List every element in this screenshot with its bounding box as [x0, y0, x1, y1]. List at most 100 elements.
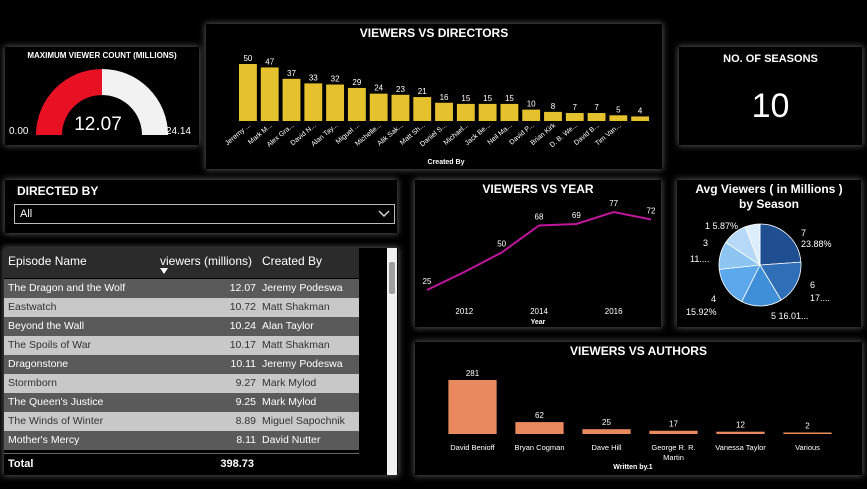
directors-bar[interactable] [282, 78, 301, 121]
directors-bar[interactable] [522, 109, 541, 121]
column-header-created-by[interactable]: Created By [262, 254, 322, 268]
directors-bar-value: 32 [331, 75, 340, 84]
directors-bar-chart: Created By 50Jeremy ...47Mark M...37Alex… [224, 54, 650, 166]
viewers-cell: 8.11 [236, 434, 256, 446]
pie-label-4: 4 [711, 294, 716, 304]
episode-name-cell: Beyond the Wall [8, 320, 85, 332]
table-row[interactable]: The Dragon and the Wolf 12.07 Jeremy Podes… [4, 279, 359, 298]
directors-bar[interactable] [587, 113, 606, 121]
seasons-value: 10 [751, 87, 790, 125]
table-body: The Dragon and the Wolf 12.07 Jeremy Podes… [4, 279, 359, 450]
episode-name-cell: The Queen's Justice [8, 396, 104, 408]
viewers-cell: 9.25 [235, 396, 256, 408]
authors-bar-value: 17 [669, 420, 678, 429]
created-by-cell: Matt Shakman [262, 339, 330, 351]
pie-label-6: 6 [810, 280, 815, 290]
directors-bar-value: 7 [594, 103, 599, 112]
gauge-card: MAXIMUM VIEWER COUNT (MILLIONS) 12.07 0.… [5, 47, 199, 145]
directors-bar-value: 15 [461, 94, 470, 103]
directors-bar[interactable] [326, 84, 345, 121]
created-by-cell: Jeremy Podeswa [262, 358, 343, 370]
authors-bar[interactable] [515, 422, 564, 434]
gauge-chart: 12.07 0.00 24.14 [9, 69, 191, 137]
episodes-table: Episode Name viewers (millions) Created … [4, 248, 398, 475]
scrollbar-thumb[interactable] [389, 262, 395, 294]
season-pie-chart: 7 23.88% 6 17.... 5 16.01... 4 15.92% 3 … [686, 221, 832, 321]
viewers-cell: 10.72 [229, 301, 256, 313]
authors-x-axis-label: Written by.1 [613, 464, 653, 471]
directors-x-axis-label: Created By [428, 159, 465, 166]
table-row[interactable]: Mother's Mercy 8.11 David Nutter [4, 431, 359, 450]
directors-bar[interactable] [347, 87, 366, 121]
authors-category-label: Vanessa Taylor [715, 443, 766, 452]
authors-bar[interactable] [716, 431, 765, 434]
authors-bar[interactable] [649, 430, 698, 434]
directors-bar[interactable] [500, 103, 519, 121]
directors-bar-value: 5 [616, 105, 621, 114]
chevron-down-icon [378, 210, 390, 217]
year-point-label: 68 [535, 213, 544, 222]
authors-category-label: Bryan Cogman [514, 443, 564, 452]
authors-bar-value: 281 [466, 369, 480, 378]
directors-bar[interactable] [239, 64, 257, 121]
director-dropdown[interactable]: All [14, 204, 395, 224]
directors-bar[interactable] [260, 67, 279, 121]
episode-name-cell: Mother's Mercy [8, 434, 80, 446]
authors-category-label: Martin [663, 453, 684, 462]
table-row[interactable]: Eastwatch 10.72 Matt Shakman [4, 298, 359, 317]
episode-name-cell: Stormborn [8, 377, 58, 389]
director-slicer: DIRECTED BY All [5, 180, 397, 233]
authors-bar-value: 25 [602, 418, 611, 427]
directors-bar-value: 15 [505, 94, 514, 103]
viewers-cell: 12.07 [229, 282, 256, 294]
authors-bar[interactable] [783, 432, 832, 435]
directors-bar-value: 47 [265, 57, 274, 66]
viewers-cell: 10.24 [229, 320, 256, 332]
sort-descending-icon [160, 268, 168, 274]
year-tick-label: 2014 [530, 307, 548, 316]
directors-bar[interactable] [435, 102, 453, 121]
table-row[interactable]: The Queen's Justice 9.25 Mark Mylod [4, 393, 359, 412]
pie-slice-season-7[interactable] [759, 223, 802, 266]
directors-bar[interactable] [609, 115, 628, 121]
pie-label-3: 3 [703, 238, 708, 248]
authors-bar-value: 2 [805, 422, 810, 431]
seasons-title: NO. OF SEASONS [723, 53, 818, 65]
authors-bar[interactable] [582, 429, 631, 434]
directors-bar[interactable] [304, 83, 323, 121]
pie-label-7: 7 [801, 228, 806, 238]
directors-bar[interactable] [369, 93, 388, 121]
column-header-viewers[interactable]: viewers (millions) [160, 254, 252, 268]
directors-bar[interactable] [565, 113, 584, 121]
directors-bar-value: 21 [418, 87, 427, 96]
directors-bar[interactable] [478, 103, 497, 121]
directors-bar[interactable] [391, 94, 410, 121]
directors-bar[interactable] [413, 97, 432, 121]
table-row[interactable]: Beyond the Wall 10.24 Alan Taylor [4, 317, 359, 336]
directors-bar-value: 8 [551, 102, 556, 111]
authors-category-label: George R. R. [651, 443, 695, 452]
column-header-episode[interactable]: Episode Name [8, 254, 87, 268]
episode-name-cell: Dragonstone [8, 358, 69, 370]
directors-bar-value: 15 [483, 94, 492, 103]
table-row[interactable]: The Winds of Winter 8.89 Miguel Sapochnik [4, 412, 359, 431]
authors-bar[interactable] [448, 380, 497, 434]
created-by-cell: Matt Shakman [262, 301, 330, 313]
directors-bar[interactable] [544, 111, 562, 121]
dropdown-selected-value: All [20, 208, 33, 220]
table-row[interactable]: Stormborn 9.27 Mark Mylod [4, 374, 359, 393]
table-row[interactable]: Dragonstone 10.11 Jeremy Podeswa [4, 355, 359, 374]
table-row[interactable]: The Spoils of War 10.17 Matt Shakman [4, 336, 359, 355]
gauge-value: 12.07 [74, 114, 122, 135]
directors-bar[interactable] [456, 103, 475, 121]
table-scrollbar[interactable] [387, 248, 397, 475]
directors-bar[interactable] [631, 116, 650, 121]
directors-bar-value: 16 [440, 93, 449, 102]
year-point-label: 72 [647, 207, 656, 216]
viewers-cell: 10.17 [229, 339, 256, 351]
table-header: Episode Name viewers (millions) Created … [4, 248, 359, 278]
episode-name-cell: The Dragon and the Wolf [8, 282, 126, 294]
directors-bar-value: 29 [352, 78, 361, 87]
authors-bar-value: 12 [736, 421, 745, 430]
directors-bar-value: 7 [573, 103, 578, 112]
